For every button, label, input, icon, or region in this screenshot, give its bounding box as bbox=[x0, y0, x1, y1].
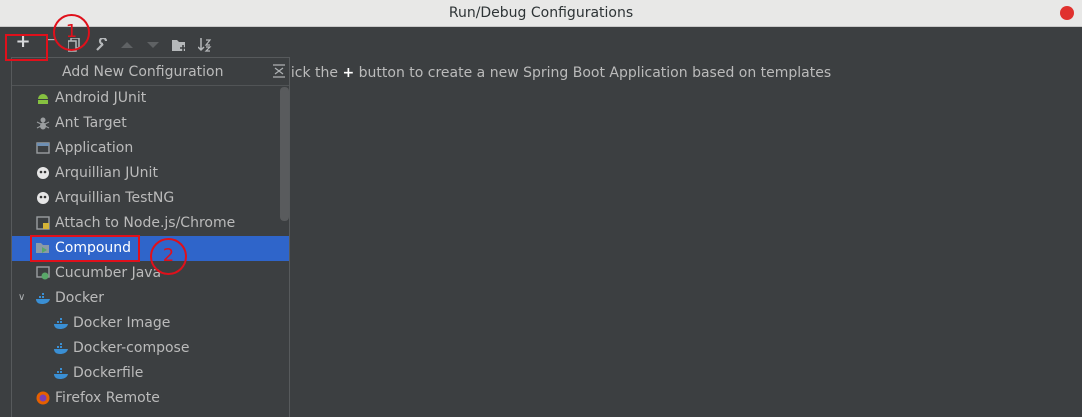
list-item-label: Cucumber Java bbox=[55, 265, 162, 281]
close-window-button[interactable] bbox=[1060, 6, 1074, 20]
popup-scrollbar[interactable] bbox=[280, 87, 289, 221]
list-item-label: Docker-compose bbox=[73, 340, 190, 356]
list-item-attach-nodejs[interactable]: Attach to Node.js/Chrome bbox=[12, 211, 289, 236]
list-item-label: Arquillian JUnit bbox=[55, 165, 158, 181]
list-item-android-junit[interactable]: Android JUnit bbox=[12, 86, 289, 111]
list-item-label: Attach to Node.js/Chrome bbox=[55, 215, 236, 231]
cucumber-icon bbox=[36, 266, 50, 280]
list-item-application[interactable]: Application bbox=[12, 136, 289, 161]
new-folder-icon[interactable] bbox=[172, 39, 188, 52]
highlight-compound bbox=[30, 235, 140, 262]
empty-state-hint: lick the + button to create a new Spring… bbox=[287, 65, 831, 81]
highlight-add-button bbox=[5, 34, 48, 61]
list-item-ant-target[interactable]: Ant Target bbox=[12, 111, 289, 136]
list-item-label: Docker bbox=[55, 290, 105, 306]
move-up-icon[interactable] bbox=[121, 41, 133, 49]
list-item-label: Application bbox=[55, 140, 134, 156]
popup-header: Add New Configuration bbox=[12, 58, 289, 86]
sort-icon[interactable] bbox=[198, 38, 212, 52]
android-icon bbox=[38, 94, 48, 104]
hint-text-end: button to create a new Spring Boot Appli… bbox=[354, 65, 832, 81]
list-item-docker-compose[interactable]: Docker-compose bbox=[12, 336, 289, 361]
popup-title: Add New Configuration bbox=[62, 64, 224, 80]
collapse-icon[interactable] bbox=[273, 64, 285, 78]
wrench-icon[interactable] bbox=[95, 38, 109, 52]
docker-icon bbox=[54, 318, 68, 329]
list-item-label: Arquillian TestNG bbox=[55, 190, 175, 206]
hint-plus: + bbox=[342, 65, 355, 81]
arquillian-icon bbox=[37, 192, 49, 204]
chevron-down-icon[interactable]: ∨ bbox=[18, 292, 28, 303]
hint-text-start: lick the bbox=[287, 65, 343, 81]
list-item-label: Dockerfile bbox=[73, 365, 144, 381]
docker-icon bbox=[54, 343, 68, 354]
list-item-firefox-remote[interactable]: Firefox Remote bbox=[12, 386, 289, 411]
list-item-dockerfile[interactable]: Dockerfile bbox=[12, 361, 289, 386]
window-titlebar: Run/Debug Configurations bbox=[0, 0, 1082, 27]
list-item-label: Ant Target bbox=[55, 115, 127, 131]
firefox-icon bbox=[36, 391, 50, 405]
list-item-label: Android JUnit bbox=[55, 90, 147, 106]
list-item-label: Firefox Remote bbox=[55, 390, 160, 406]
toolbar: + − bbox=[0, 27, 1082, 57]
list-item-label: Docker Image bbox=[73, 315, 171, 331]
annotation-step-2: 2 bbox=[150, 238, 187, 275]
list-item-cucumber-java[interactable]: Cucumber Java bbox=[12, 261, 289, 286]
application-icon bbox=[36, 142, 50, 154]
annotation-step-1: 1 bbox=[53, 14, 90, 51]
window-title: Run/Debug Configurations bbox=[448, 5, 634, 21]
nodejs-icon bbox=[36, 216, 50, 230]
move-down-icon[interactable] bbox=[147, 41, 159, 49]
ant-icon bbox=[36, 117, 50, 130]
docker-icon bbox=[36, 293, 50, 304]
list-item-docker[interactable]: ∨ Docker bbox=[12, 286, 289, 311]
docker-icon bbox=[54, 368, 68, 379]
list-item-arquillian-junit[interactable]: Arquillian JUnit bbox=[12, 161, 289, 186]
list-item-docker-image[interactable]: Docker Image bbox=[12, 311, 289, 336]
list-item-arquillian-testng[interactable]: Arquillian TestNG bbox=[12, 186, 289, 211]
arquillian-icon bbox=[37, 167, 49, 179]
